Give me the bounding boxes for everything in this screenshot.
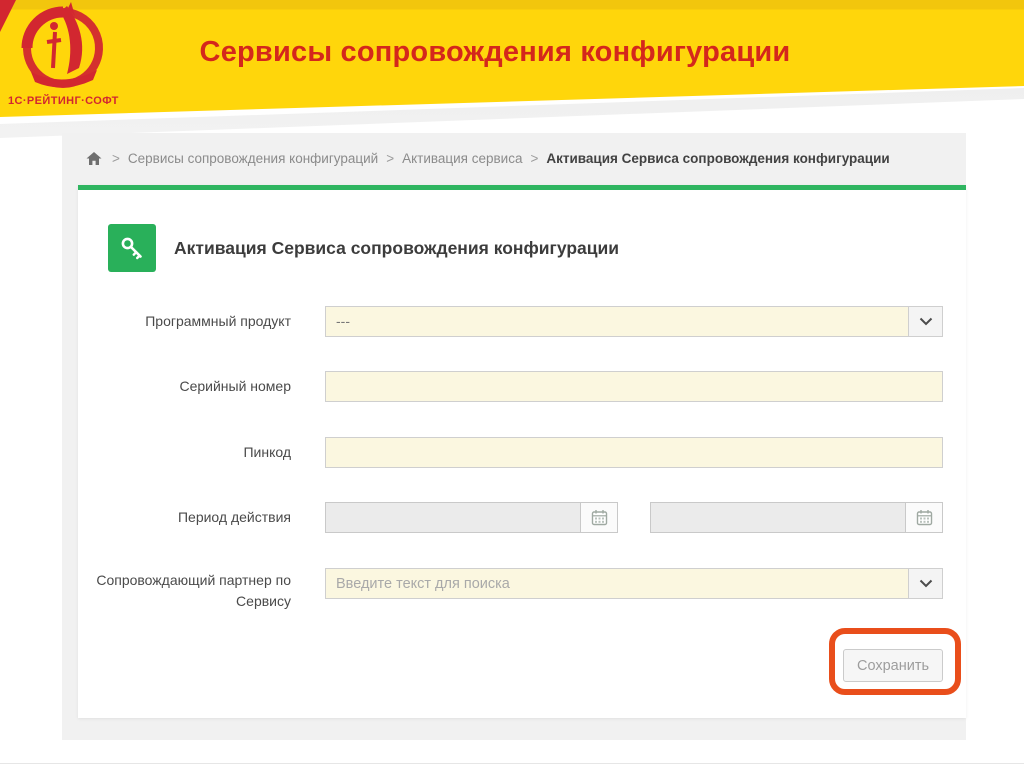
breadcrumb-item-activation[interactable]: Активация сервиса [402, 151, 522, 166]
breadcrumb-separator: > [386, 150, 395, 166]
period-from-field [325, 502, 618, 533]
bottom-divider [0, 763, 1024, 764]
partner-search-input[interactable] [326, 569, 908, 598]
period-to-input[interactable] [651, 503, 905, 532]
pincode-input[interactable] [325, 437, 943, 468]
partner-search-select [325, 568, 943, 599]
breadcrumb: > Сервисы сопровождения конфигураций > А… [86, 148, 890, 168]
chevron-down-icon [919, 317, 932, 326]
content-panel: > Сервисы сопровождения конфигураций > А… [62, 133, 966, 740]
key-badge [108, 224, 156, 272]
chevron-down-icon [919, 579, 932, 588]
calendar-icon [591, 510, 607, 526]
period-to-field [650, 502, 943, 533]
product-select-dropdown-button[interactable] [908, 307, 942, 336]
page: 1С·РЕЙТИНГ·СОФТ Сервисы сопровождения ко… [0, 0, 1024, 767]
logo-text: 1С·РЕЙТИНГ·СОФТ [8, 95, 119, 107]
card-title: Активация Сервиса сопровождения конфигур… [174, 238, 620, 258]
serial-number-input[interactable] [325, 371, 943, 402]
period-from-input[interactable] [326, 503, 580, 532]
save-button[interactable]: Сохранить [843, 649, 943, 682]
label-product: Программный продукт [145, 313, 291, 329]
key-icon [121, 237, 142, 260]
product-select-value: --- [336, 313, 350, 329]
breadcrumb-separator: > [530, 150, 539, 166]
period-to-calendar-button[interactable] [905, 503, 942, 532]
label-period: Период действия [177, 509, 291, 525]
breadcrumb-separator: > [112, 150, 120, 166]
breadcrumb-item-current: Активация Сервиса сопровождения конфигур… [546, 150, 890, 166]
breadcrumb-item-services[interactable]: Сервисы сопровождения конфигураций [128, 151, 378, 166]
period-from-calendar-button[interactable] [580, 503, 617, 532]
page-title: Сервисы сопровождения конфигурации [199, 36, 791, 68]
label-pincode: Пинкод [243, 444, 291, 460]
home-icon[interactable] [86, 151, 102, 166]
label-serial: Серийный номер [179, 378, 291, 394]
partner-select-dropdown-button[interactable] [908, 569, 942, 598]
label-partner: Сопровождающий партнер по Сервису [96, 572, 291, 609]
form-card: Активация Сервиса сопровождения конфигур… [78, 185, 966, 718]
calendar-icon [916, 510, 932, 526]
product-select[interactable]: --- [325, 306, 943, 337]
